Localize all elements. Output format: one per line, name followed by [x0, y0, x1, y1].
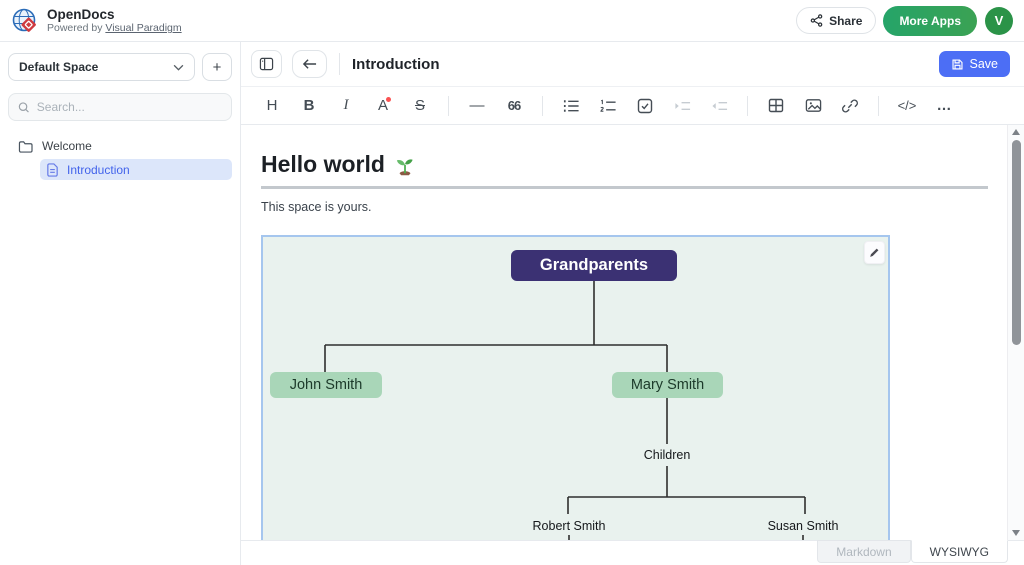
- user-avatar[interactable]: V: [985, 7, 1013, 35]
- family-tree-diagram[interactable]: Grandparents John Smith Mary Smith Child…: [261, 235, 890, 540]
- document-icon: [46, 163, 59, 177]
- diagram-label-robert: Robert Smith: [533, 519, 606, 533]
- panel-left-icon: [259, 57, 274, 71]
- vertical-scrollbar: [1007, 125, 1024, 540]
- diagram-node-john: John Smith: [270, 372, 382, 398]
- image-icon: [805, 98, 822, 113]
- top-bar: OpenDocs Powered by Visual Paradigm Shar…: [0, 0, 1024, 42]
- tab-wysiwyg[interactable]: WYSIWYG: [911, 540, 1008, 563]
- tree-item-introduction[interactable]: Introduction: [40, 159, 232, 180]
- seedling-emoji: [394, 154, 416, 176]
- indent-icon: [674, 99, 691, 113]
- add-page-button[interactable]: +: [202, 53, 232, 81]
- space-selector[interactable]: Default Space: [8, 53, 195, 81]
- task-list-icon: [637, 98, 653, 114]
- editor-content[interactable]: Hello world This space is yours.: [241, 125, 1024, 540]
- task-list-button[interactable]: [628, 92, 662, 120]
- blockquote-button[interactable]: 66: [497, 92, 531, 120]
- visual-paradigm-link[interactable]: Visual Paradigm: [105, 22, 181, 34]
- more-apps-button[interactable]: More Apps: [883, 6, 977, 36]
- powered-by: Powered by Visual Paradigm: [47, 22, 182, 34]
- ordered-list-button[interactable]: [591, 92, 625, 120]
- toolbar-separator: [878, 96, 879, 116]
- image-button[interactable]: [796, 92, 830, 120]
- brand: OpenDocs Powered by Visual Paradigm: [11, 7, 182, 35]
- page-tree: Welcome Introduction: [8, 136, 232, 180]
- editor-mode-bar: Markdown WYSIWYG: [241, 540, 1024, 565]
- toolbar-separator: [747, 96, 748, 116]
- strikethrough-button[interactable]: S: [403, 92, 437, 120]
- main-panel: Introduction Save H B I A S — 66: [241, 42, 1024, 565]
- save-button[interactable]: Save: [939, 51, 1011, 77]
- search-box: [8, 93, 232, 121]
- diagram-label-susan: Susan Smith: [768, 519, 839, 533]
- app-window: OpenDocs Powered by Visual Paradigm Shar…: [0, 0, 1024, 565]
- italic-button[interactable]: I: [329, 92, 363, 120]
- toolbar-separator: [448, 96, 449, 116]
- document-header: Introduction Save: [241, 42, 1024, 86]
- color-dot: [386, 97, 391, 102]
- scrollbar-thumb[interactable]: [1012, 140, 1021, 345]
- diagram-node-mary: Mary Smith: [612, 372, 723, 398]
- back-arrow-icon: [302, 58, 317, 70]
- tree-item-label: Welcome: [42, 139, 92, 153]
- bold-button[interactable]: B: [292, 92, 326, 120]
- app-name: OpenDocs: [47, 7, 182, 23]
- editor-toolbar: H B I A S — 66: [241, 86, 1024, 125]
- tree-item-welcome[interactable]: Welcome: [8, 136, 232, 156]
- search-input[interactable]: [37, 100, 222, 114]
- document-paragraph: This space is yours.: [261, 200, 371, 214]
- horizontal-rule-button[interactable]: —: [460, 92, 494, 120]
- indent-button[interactable]: [665, 92, 699, 120]
- bullet-list-icon: [563, 99, 580, 113]
- save-icon: [951, 58, 964, 71]
- toggle-sidebar-button[interactable]: [251, 50, 282, 78]
- chevron-down-icon: [173, 64, 184, 71]
- share-button[interactable]: Share: [796, 7, 876, 34]
- table-button[interactable]: [759, 92, 793, 120]
- outdent-icon: [711, 99, 728, 113]
- edit-diagram-button[interactable]: [864, 241, 885, 264]
- opendocs-logo-icon: [11, 7, 39, 35]
- folder-icon: [18, 140, 33, 153]
- link-icon: [842, 98, 858, 114]
- ordered-list-icon: [600, 99, 617, 113]
- share-icon: [810, 14, 823, 27]
- search-icon: [18, 101, 30, 114]
- diagram-node-root: Grandparents: [511, 250, 677, 281]
- code-button[interactable]: </>: [890, 92, 924, 120]
- link-button[interactable]: [833, 92, 867, 120]
- sidebar: Default Space + Welcome: [0, 42, 241, 565]
- tree-item-label: Introduction: [67, 163, 130, 177]
- document-heading: Hello world: [261, 151, 416, 178]
- tab-markdown[interactable]: Markdown: [817, 540, 910, 563]
- pencil-icon: [869, 247, 880, 258]
- header-divider: [339, 53, 340, 75]
- heading-button[interactable]: H: [255, 92, 289, 120]
- heading-rule: [261, 186, 988, 189]
- scroll-up-arrow[interactable]: [1012, 129, 1020, 135]
- toolbar-separator: [542, 96, 543, 116]
- back-button[interactable]: [292, 50, 327, 78]
- page-title: Introduction: [352, 56, 439, 73]
- bullet-list-button[interactable]: [554, 92, 588, 120]
- scroll-down-arrow[interactable]: [1012, 530, 1020, 536]
- outdent-button[interactable]: [702, 92, 736, 120]
- more-options-button[interactable]: …: [927, 92, 961, 120]
- table-icon: [768, 98, 784, 113]
- text-color-button[interactable]: A: [366, 92, 400, 120]
- diagram-label-children: Children: [644, 448, 691, 462]
